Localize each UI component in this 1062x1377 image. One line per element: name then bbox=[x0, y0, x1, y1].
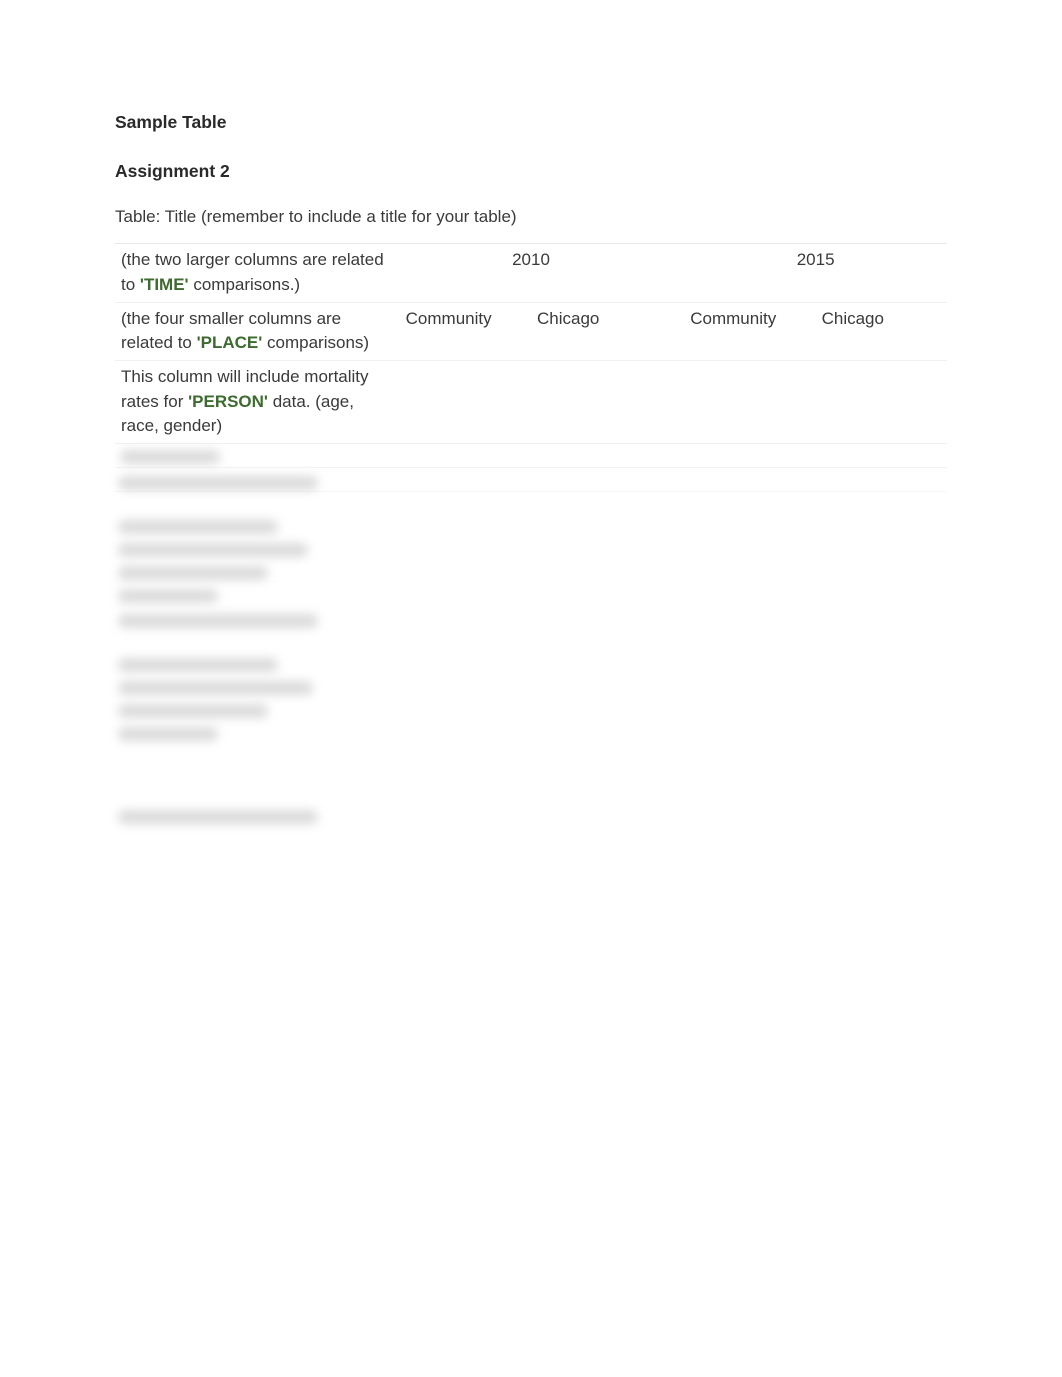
text-segment: comparisons.) bbox=[189, 275, 300, 294]
ghost-text bbox=[120, 450, 220, 464]
col-header-2010: 2010 bbox=[400, 244, 663, 302]
subcol-chicago-2010: Chicago bbox=[531, 302, 662, 360]
col-gap bbox=[662, 695, 684, 715]
table-row bbox=[115, 581, 947, 605]
data-cell bbox=[684, 360, 815, 443]
row-desc-place: (the four smaller columns are related to… bbox=[115, 302, 400, 360]
data-cell bbox=[400, 360, 531, 443]
table-row: (the two larger columns are related to '… bbox=[115, 244, 947, 302]
data-cell bbox=[531, 467, 662, 491]
data-cell bbox=[684, 491, 815, 581]
data-cell bbox=[531, 715, 662, 735]
document-body: Sample Table Assignment 2 Table: Title (… bbox=[115, 110, 947, 736]
col-gap bbox=[662, 467, 684, 491]
row-desc-time: (the two larger columns are related to '… bbox=[115, 244, 400, 302]
table-row: This column will include mortality rates… bbox=[115, 360, 947, 443]
data-cell bbox=[400, 467, 531, 491]
data-cell bbox=[400, 581, 531, 605]
data-cell bbox=[684, 715, 815, 735]
col-gap bbox=[662, 581, 684, 605]
ghost-text bbox=[118, 476, 318, 490]
data-cell bbox=[816, 605, 947, 695]
ghost-text bbox=[118, 589, 218, 603]
data-cell bbox=[531, 443, 662, 467]
ghost-text bbox=[118, 543, 308, 557]
heading-sample-table: Sample Table bbox=[115, 110, 947, 135]
table-row bbox=[115, 715, 947, 735]
keyword-time: 'TIME' bbox=[140, 275, 189, 294]
data-cell bbox=[684, 695, 815, 715]
data-cell bbox=[816, 467, 947, 491]
subcol-chicago-2015: Chicago bbox=[816, 302, 947, 360]
text-segment: comparisons) bbox=[262, 333, 369, 352]
row-desc-person: This column will include mortality rates… bbox=[115, 360, 400, 443]
data-cell bbox=[400, 491, 531, 581]
data-cell bbox=[684, 605, 815, 695]
heading-assignment: Assignment 2 bbox=[115, 159, 947, 184]
data-cell bbox=[684, 467, 815, 491]
data-cell bbox=[684, 443, 815, 467]
ghost-text bbox=[118, 810, 318, 824]
data-cell bbox=[531, 491, 662, 581]
data-cell bbox=[531, 360, 662, 443]
ghost-text bbox=[118, 658, 278, 672]
data-cell bbox=[816, 491, 947, 581]
data-cell bbox=[400, 443, 531, 467]
col-gap bbox=[662, 360, 684, 443]
col-gap bbox=[662, 244, 684, 302]
ghost-text bbox=[118, 681, 313, 695]
subcol-community-2015: Community bbox=[684, 302, 815, 360]
data-cell bbox=[816, 695, 947, 715]
table-row: (the four smaller columns are related to… bbox=[115, 302, 947, 360]
col-gap bbox=[662, 443, 684, 467]
ghost-text bbox=[118, 704, 268, 718]
data-cell bbox=[400, 695, 531, 715]
col-gap bbox=[662, 302, 684, 360]
data-cell bbox=[531, 605, 662, 695]
data-cell bbox=[816, 443, 947, 467]
data-cell bbox=[684, 581, 815, 605]
data-cell bbox=[816, 581, 947, 605]
data-cell bbox=[531, 581, 662, 605]
data-cell bbox=[816, 360, 947, 443]
col-gap bbox=[662, 491, 684, 581]
table-caption: Table: Title (remember to include a titl… bbox=[115, 205, 947, 230]
col-gap bbox=[662, 605, 684, 695]
data-cell bbox=[400, 605, 531, 695]
data-cell bbox=[400, 715, 531, 735]
col-header-2015: 2015 bbox=[684, 244, 947, 302]
col-gap bbox=[662, 715, 684, 735]
ghost-text bbox=[118, 566, 268, 580]
table-row bbox=[115, 443, 947, 467]
ghost-text bbox=[118, 727, 218, 741]
keyword-person: 'PERSON' bbox=[188, 392, 268, 411]
ghost-text bbox=[118, 520, 278, 534]
data-cell bbox=[531, 695, 662, 715]
ghost-text bbox=[118, 614, 318, 628]
subcol-community-2010: Community bbox=[400, 302, 531, 360]
keyword-place: 'PLACE' bbox=[197, 333, 263, 352]
data-cell bbox=[816, 715, 947, 735]
